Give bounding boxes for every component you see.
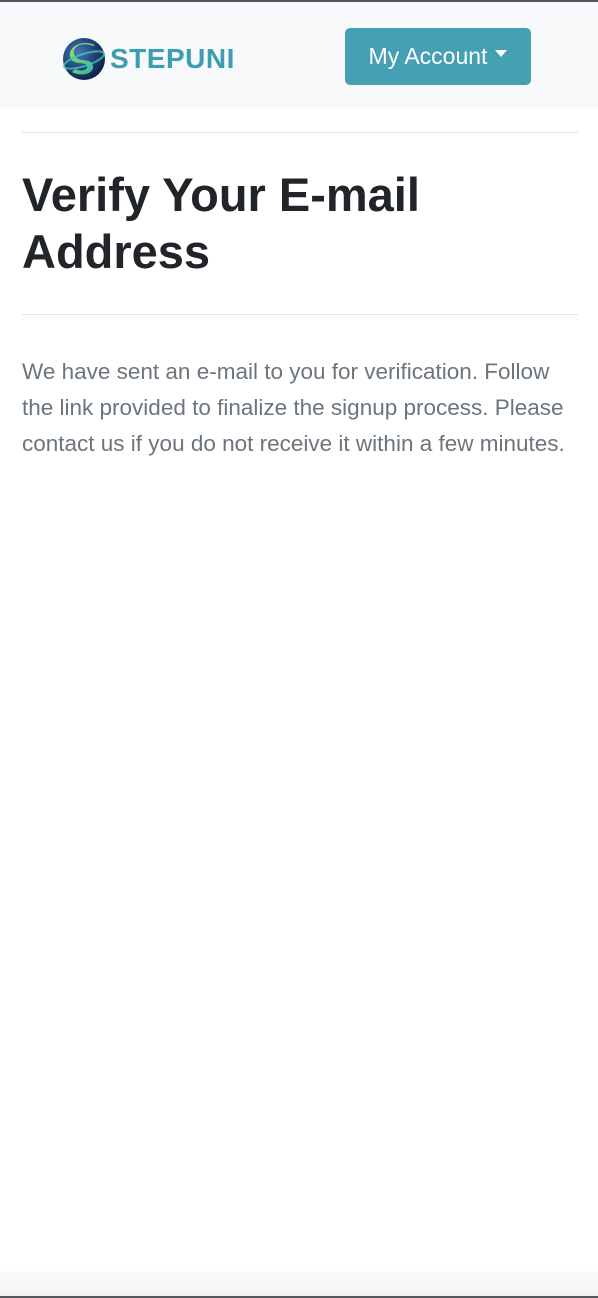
- brand-link[interactable]: STEPUNI: [62, 37, 235, 81]
- navbar: STEPUNI My Account: [0, 2, 598, 108]
- top-divider: [22, 132, 578, 133]
- title-divider: [22, 314, 578, 315]
- brand-name: STEPUNI: [110, 43, 235, 74]
- my-account-dropdown-button[interactable]: My Account: [345, 28, 531, 85]
- verification-message: We have sent an e-mail to you for verifi…: [22, 359, 565, 456]
- stepuni-logo-icon: [62, 38, 106, 80]
- page: STEPUNI My Account Verify Your E-mail Ad…: [0, 0, 598, 1298]
- bottom-edge: [0, 1262, 598, 1296]
- page-title: Verify Your E-mail Address: [22, 168, 420, 278]
- my-account-label: My Account: [368, 43, 488, 69]
- caret-down-icon: [495, 50, 508, 57]
